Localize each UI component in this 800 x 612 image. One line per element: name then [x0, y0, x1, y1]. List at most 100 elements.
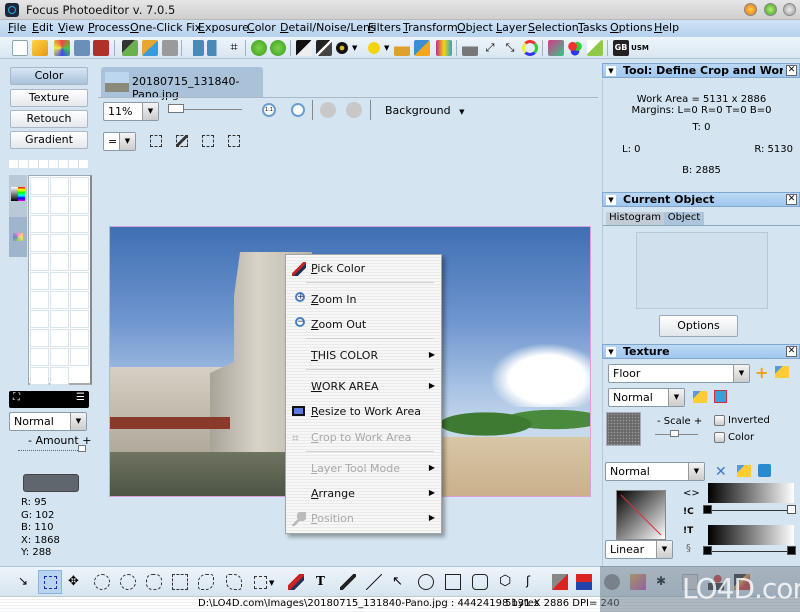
levels-icon[interactable] [296, 40, 312, 56]
hue-wheel-icon[interactable] [522, 40, 538, 56]
palette-swatch[interactable] [30, 367, 49, 385]
minimize-button[interactable] [744, 3, 757, 16]
palette-swatch[interactable] [70, 272, 89, 290]
gradient-blend-select[interactable]: Normal ▼ [605, 462, 705, 481]
recent-color-swatch[interactable] [39, 160, 48, 168]
close-icon[interactable]: ✕ [786, 194, 797, 205]
undo-icon[interactable] [320, 102, 336, 118]
rotate-left-icon[interactable] [188, 40, 204, 56]
color-spectrum-tab-icon[interactable] [11, 187, 18, 201]
zoom-select[interactable]: 11% ▼ [103, 102, 159, 121]
color-mix-icon[interactable] [548, 40, 564, 56]
usm-icon[interactable]: USM [630, 40, 650, 56]
color-checkbox[interactable] [714, 432, 725, 443]
rectangle-icon[interactable] [445, 574, 461, 590]
cut-icon[interactable] [122, 40, 138, 56]
palette-swatch[interactable] [50, 215, 69, 233]
palette-swatch[interactable] [50, 253, 69, 271]
freehand-lasso-icon[interactable] [198, 574, 214, 590]
palette-swatch[interactable] [50, 177, 69, 195]
palette-swatch[interactable] [70, 253, 89, 271]
palette-swatch[interactable] [70, 234, 89, 252]
tab-histogram[interactable]: Histogram [606, 212, 664, 225]
menu-layer[interactable]: Layer [496, 21, 527, 34]
collapse-icon[interactable]: ▼ [606, 347, 616, 357]
palette-swatch[interactable] [70, 291, 89, 309]
swatches-tab[interactable] [9, 217, 27, 257]
document-tab[interactable]: 20180715_131840-Pano.jpg [101, 67, 263, 101]
move-icon[interactable]: ✥ [68, 574, 84, 590]
redo-icon[interactable] [346, 102, 362, 118]
gb-icon[interactable]: GB [613, 40, 629, 56]
gradient-stop-end[interactable] [787, 505, 796, 514]
expand-selection-icon[interactable] [202, 135, 214, 147]
magic-hand-icon[interactable] [94, 574, 110, 590]
tab-color[interactable]: Color [10, 67, 88, 85]
menu-exposure[interactable]: Exposure [198, 21, 249, 34]
transparency-gradient-bar[interactable] [708, 525, 794, 545]
recent-color-swatch[interactable] [29, 160, 38, 168]
palette-swatch[interactable] [50, 310, 69, 328]
brush-icon[interactable] [340, 574, 356, 590]
palette-swatch[interactable] [30, 196, 49, 214]
texture-preview[interactable] [606, 412, 641, 446]
collapse-icon[interactable]: ▼ [606, 66, 616, 76]
inverted-checkbox[interactable] [714, 415, 725, 426]
eyedropper-icon[interactable] [288, 574, 304, 590]
open-folder-icon[interactable] [693, 391, 707, 403]
apply-work-area-icon[interactable] [270, 40, 286, 56]
maximize-button[interactable] [764, 3, 777, 16]
recent-color-swatch[interactable] [19, 160, 28, 168]
blend-mode-select[interactable]: Normal ▼ [9, 412, 87, 431]
fullscreen-icon[interactable]: ⛶ [13, 392, 20, 403]
palette-swatch[interactable] [30, 272, 49, 290]
select-object-icon[interactable] [176, 135, 188, 147]
text-icon[interactable]: T [316, 574, 332, 590]
scale-slider-thumb[interactable] [670, 430, 679, 437]
line-icon[interactable] [366, 574, 382, 590]
palette-swatch[interactable] [50, 367, 69, 385]
swatch-grid[interactable] [28, 175, 92, 385]
palette-swatch[interactable] [30, 329, 49, 347]
recent-color-swatch[interactable] [69, 160, 78, 168]
transparency-stop-start[interactable] [703, 546, 712, 555]
replace-color-icon[interactable] [587, 40, 603, 56]
crop-icon[interactable]: ⌗ [226, 40, 242, 56]
swap-icon[interactable]: <> [683, 488, 700, 499]
open-icon[interactable] [32, 40, 48, 56]
close-button[interactable] [783, 3, 796, 16]
menu-transform[interactable]: Transform [403, 21, 458, 34]
menu-item-this-color[interactable]: THIS COLOR ▶ [286, 346, 441, 366]
open-texture-icon[interactable] [775, 366, 789, 378]
menu-view[interactable]: View [58, 21, 84, 34]
color-picker-icon[interactable] [576, 574, 592, 590]
menu-object[interactable]: Object [457, 21, 493, 34]
current-color-swatch[interactable] [23, 474, 79, 492]
color-gradient-bar[interactable] [708, 483, 794, 503]
palette-swatch[interactable] [50, 196, 69, 214]
mode-select[interactable]: = ▼ [103, 132, 136, 151]
gray-icon[interactable] [462, 40, 478, 56]
menu-filters[interactable]: Filters [368, 21, 401, 34]
gradient-type-select[interactable]: Linear ▼ [605, 540, 673, 559]
collapse-icon[interactable]: ▼ [606, 195, 616, 205]
pen-icon[interactable]: ⤢ [482, 40, 498, 56]
palette-swatch[interactable] [30, 177, 49, 195]
transparency-stop-end[interactable] [787, 546, 796, 555]
menu-item-work-area[interactable]: WORK AREA ▶ [286, 377, 441, 397]
tab-object[interactable]: Object [664, 212, 704, 225]
recent-color-swatch[interactable] [59, 160, 68, 168]
recent-color-swatch[interactable] [79, 160, 88, 168]
menu-options[interactable]: Options [610, 21, 652, 34]
rounded-rect-icon[interactable] [472, 574, 488, 590]
palette-swatch[interactable] [70, 196, 89, 214]
palette-swatch[interactable] [70, 348, 89, 366]
tab-gradient[interactable]: Gradient [10, 131, 88, 149]
bezier-icon[interactable]: ⤡ [502, 40, 518, 56]
copy-icon[interactable] [162, 40, 178, 56]
palette-swatch[interactable] [70, 329, 89, 347]
zoom-actual-size-icon[interactable]: 1:1 [262, 103, 276, 117]
histogram-icon[interactable] [394, 40, 410, 56]
gradient-stop-start[interactable] [703, 505, 712, 514]
save-icon[interactable] [93, 40, 109, 56]
